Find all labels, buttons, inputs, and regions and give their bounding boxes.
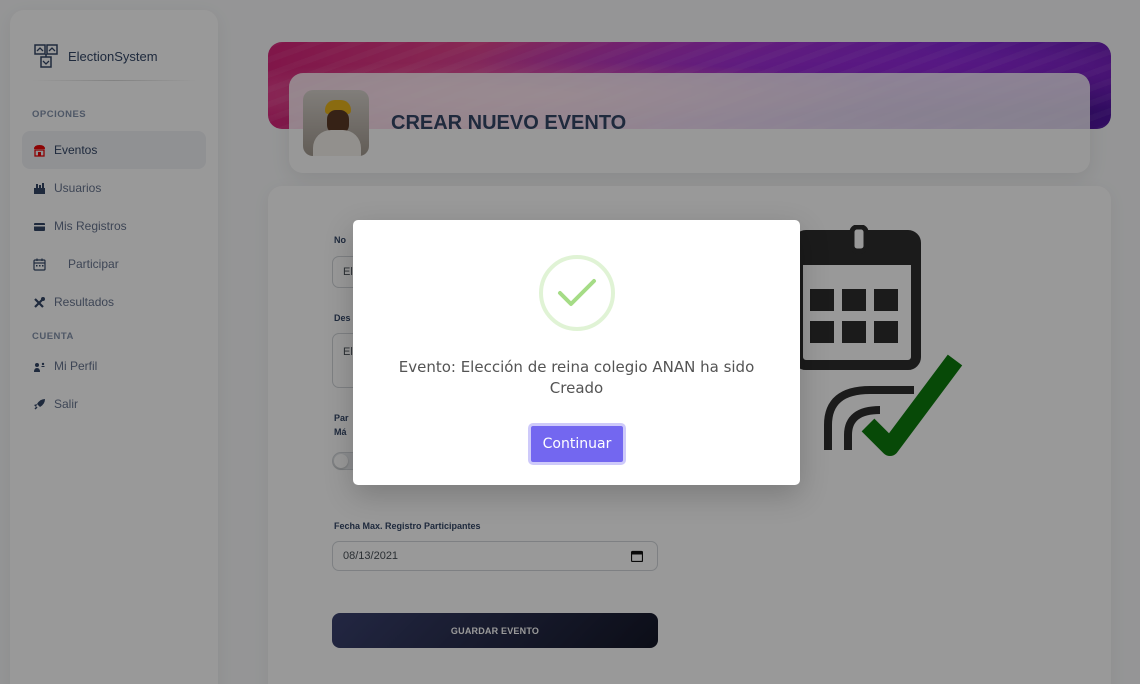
success-dialog: Evento: Elección de reina colegio ANAN h… xyxy=(353,220,800,485)
dialog-message: Evento: Elección de reina colegio ANAN h… xyxy=(398,358,755,397)
continue-button[interactable]: Continuar xyxy=(528,423,626,465)
success-check-icon xyxy=(539,255,615,331)
